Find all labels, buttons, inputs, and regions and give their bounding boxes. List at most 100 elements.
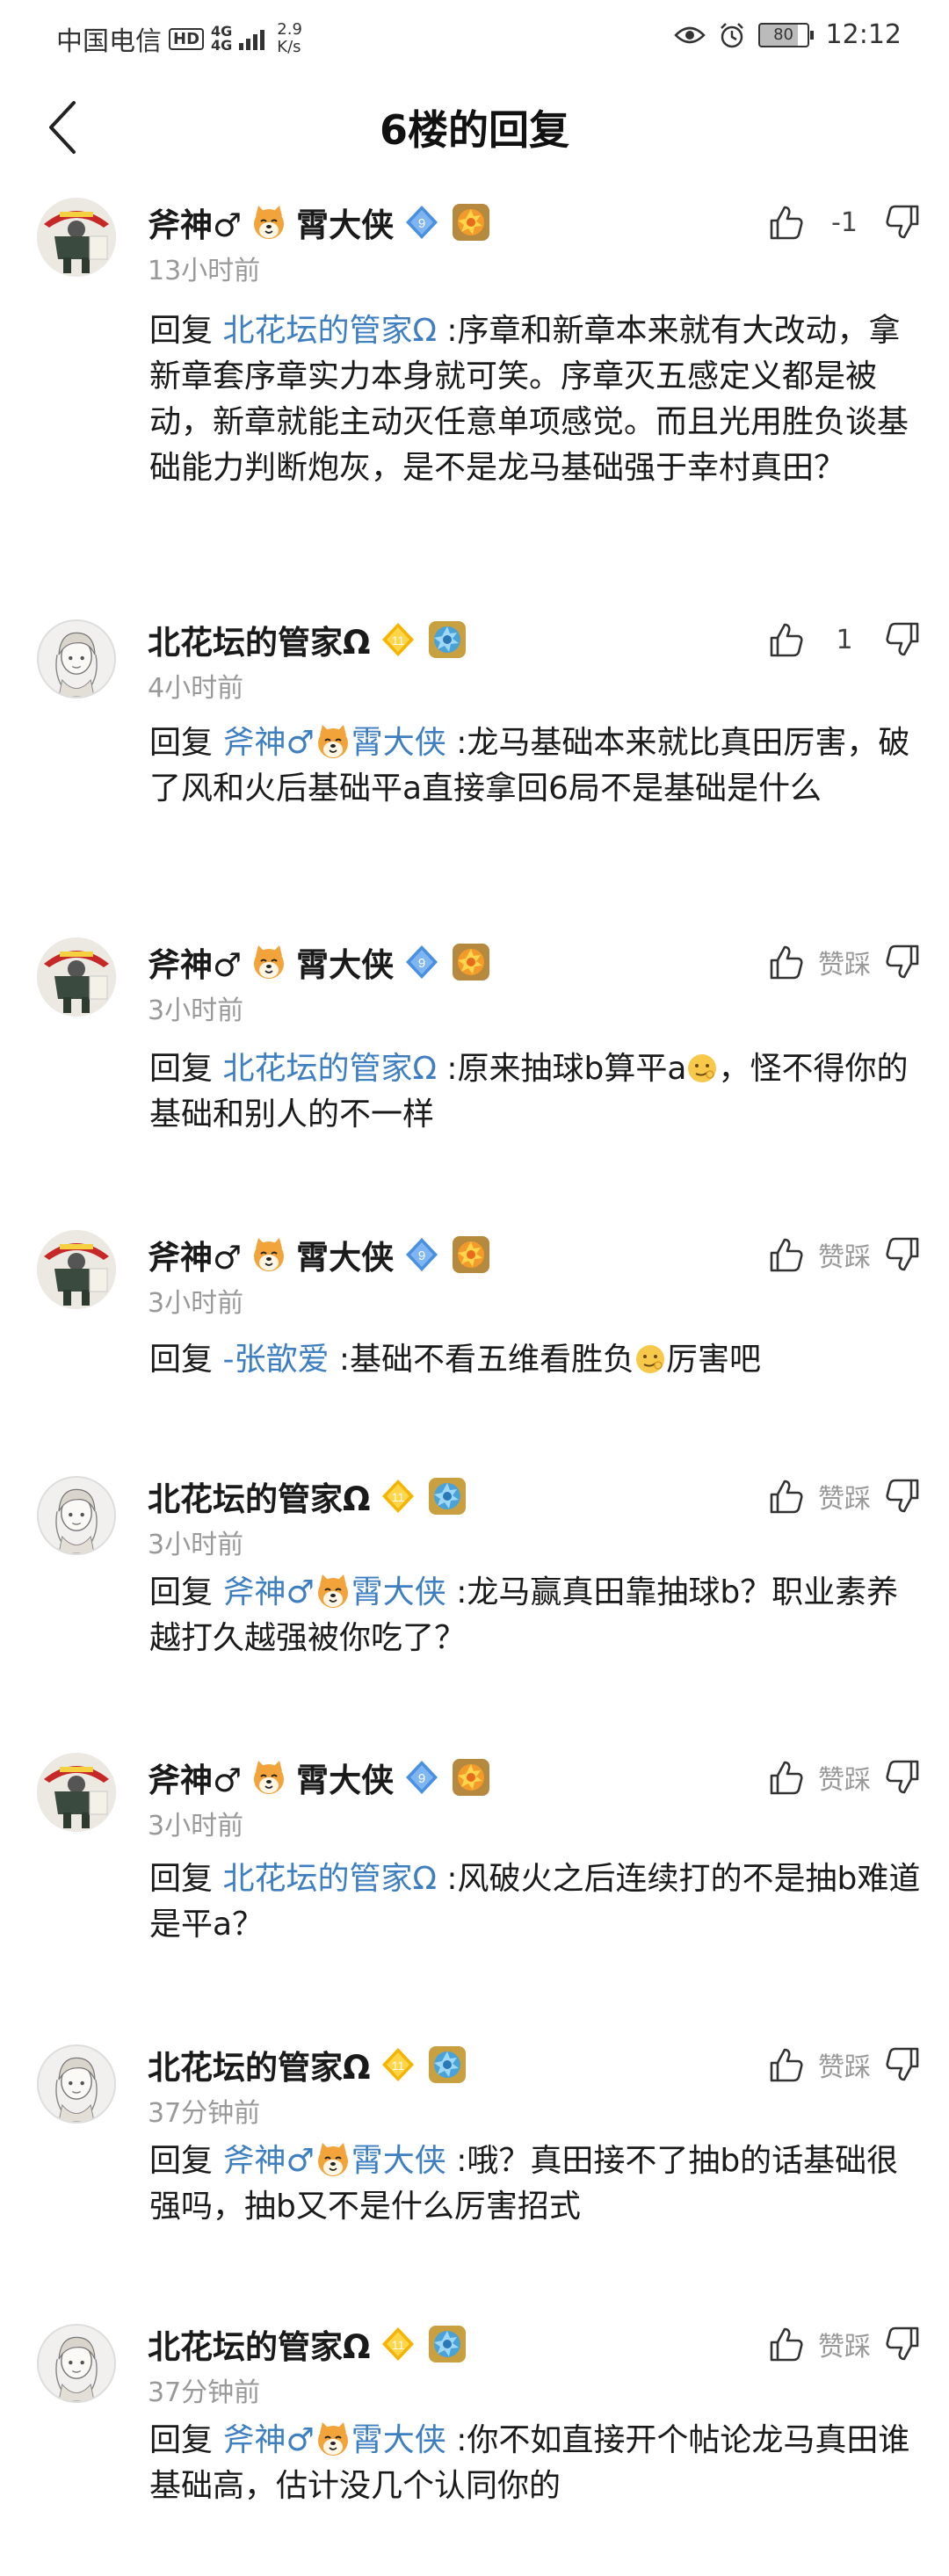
dog-emoji-icon (250, 204, 287, 241)
mention-link[interactable]: 北花坛的管家Ω (222, 313, 437, 349)
thumb-up-icon[interactable] (766, 1477, 805, 1516)
reply-colon: : (436, 313, 458, 349)
avatar[interactable] (37, 937, 116, 1017)
svg-text:11: 11 (392, 633, 405, 648)
hd-icon: HD (169, 27, 205, 50)
comment-text-after: 厉害吧 (666, 1342, 762, 1378)
mention-link[interactable]: 北花坛的管家Ω (222, 1051, 437, 1087)
reply-colon: : (329, 1342, 351, 1378)
vote-label: 赞踩 (818, 950, 871, 980)
comment-time: 37分钟前 (148, 2098, 261, 2129)
reply-colon: : (436, 1861, 458, 1897)
avatar[interactable] (37, 1476, 116, 1555)
svg-text:9: 9 (418, 956, 425, 971)
comment-content: 回复 斧神♂ 霄大侠 :龙马基础本来就比真田厉害，破了风和火后基础平a直接拿回6局… (149, 720, 923, 812)
thumb-up-icon[interactable] (766, 1758, 805, 1797)
avatar[interactable] (37, 619, 116, 698)
thumb-down-icon[interactable] (884, 1477, 923, 1516)
user-name[interactable]: 斧神♂ (148, 199, 242, 246)
mention-link[interactable]: -张歆爱 (222, 1342, 329, 1378)
reply-prefix: 回复 (149, 725, 223, 761)
thumb-down-icon[interactable] (884, 1235, 923, 1274)
reply-colon: : (446, 1574, 467, 1610)
mention-name-tail: 霄大侠 (351, 725, 446, 761)
dog-emoji-icon (315, 723, 351, 760)
member-level-badge-icon: 9 (402, 203, 441, 242)
thumb-up-icon[interactable] (766, 2045, 805, 2084)
svg-text:9: 9 (418, 216, 425, 231)
reply-prefix: 回复 (149, 2422, 223, 2458)
mention-link[interactable]: 斧神♂ 霄大侠 (222, 2143, 446, 2179)
reply-colon: : (446, 2143, 467, 2179)
mention-link[interactable]: 斧神♂ 霄大侠 (222, 2422, 446, 2458)
fan-badge-icon (426, 2323, 468, 2365)
status-bar: 中国电信 HD 4G 4G 2.9 K/s 80 12:12 (0, 0, 949, 70)
vote-label: 赞踩 (818, 2332, 871, 2363)
comment-content: 回复 斧神♂ 霄大侠 :哦？真田接不了抽b的话基础很强吗，抽b又不是什么厉害招式 (149, 2138, 923, 2230)
avatar[interactable] (37, 1753, 116, 1832)
dog-emoji-icon (315, 2420, 351, 2457)
user-name-tail[interactable]: 霄大侠 (296, 1231, 394, 1278)
thumb-down-icon[interactable] (884, 1758, 923, 1797)
user-name[interactable]: 北花坛的管家Ω (148, 2320, 370, 2368)
thumb-up-icon[interactable] (766, 2325, 805, 2363)
svg-text:11: 11 (392, 1490, 405, 1504)
comment-time: 3小时前 (148, 995, 244, 1026)
user-name-tail[interactable]: 霄大侠 (296, 938, 394, 986)
comment-content: 回复 北花坛的管家Ω :原来抽球b算平a ，怪不得你的基础和别人的不一样 (149, 1046, 923, 1138)
thumb-down-icon[interactable] (884, 2045, 923, 2084)
comment-content: 回复 斧神♂ 霄大侠 :你不如直接开个帖论龙马真田谁基础高，估计没几个认同你的 (149, 2418, 923, 2509)
svg-text:11: 11 (392, 2059, 405, 2073)
mention-link[interactable]: 北花坛的管家Ω (222, 1861, 437, 1897)
comment-time: 37分钟前 (148, 2377, 261, 2408)
thumb-down-icon[interactable] (884, 203, 923, 242)
user-name[interactable]: 北花坛的管家Ω (148, 2041, 370, 2088)
user-name[interactable]: 斧神♂ (148, 938, 242, 986)
reply-prefix: 回复 (149, 1861, 223, 1897)
battery-level: 80 (757, 22, 809, 47)
avatar[interactable] (37, 2044, 116, 2124)
network-type-icon: 4G 4G (211, 25, 232, 53)
svg-text:11: 11 (392, 2338, 405, 2352)
grin-emoji-icon (686, 1053, 718, 1084)
avatar[interactable] (37, 1230, 116, 1309)
page-title: 6楼的回复 (379, 106, 569, 154)
user-name[interactable]: 斧神♂ (148, 1231, 242, 1278)
reply-prefix: 回复 (149, 1342, 223, 1378)
mention-name-tail: 霄大侠 (351, 2422, 446, 2458)
alarm-icon (720, 22, 743, 47)
comment-time: 3小时前 (148, 1811, 244, 1842)
dog-emoji-icon (250, 1236, 287, 1273)
comment-time: 3小时前 (148, 1288, 244, 1319)
thumb-up-icon[interactable] (766, 1235, 805, 1274)
thumb-up-icon[interactable] (766, 620, 805, 659)
thumb-down-icon[interactable] (884, 2325, 923, 2363)
dog-emoji-icon (315, 1573, 351, 1610)
reply-prefix: 回复 (149, 1051, 223, 1087)
carrier-label: 中国电信 (56, 26, 162, 57)
network-type-bottom: 4G (211, 37, 233, 54)
dog-emoji-icon (250, 944, 287, 980)
user-name[interactable]: 斧神♂ (148, 1754, 242, 1801)
thumb-down-icon[interactable] (884, 620, 923, 659)
user-name-tail[interactable]: 霄大侠 (296, 1754, 394, 1801)
fan-badge-icon (450, 1756, 492, 1798)
member-level-badge-icon: 9 (402, 1758, 441, 1797)
vote-label: 赞踩 (818, 1242, 871, 1273)
thumb-up-icon[interactable] (766, 203, 805, 242)
user-name-tail[interactable]: 霄大侠 (296, 199, 394, 246)
fan-badge-icon (450, 201, 492, 243)
avatar[interactable] (37, 2324, 116, 2403)
dog-emoji-icon (250, 1759, 287, 1796)
reply-prefix: 回复 (149, 1574, 223, 1610)
user-name[interactable]: 北花坛的管家Ω (148, 616, 370, 663)
thumb-up-icon[interactable] (766, 943, 805, 981)
comment-time: 4小时前 (148, 673, 244, 704)
user-name[interactable]: 北花坛的管家Ω (148, 1473, 370, 1520)
member-level-badge-icon: 9 (402, 943, 441, 981)
mention-link[interactable]: 斧神♂ 霄大侠 (222, 725, 446, 761)
vote-count: 1 (836, 624, 853, 655)
mention-link[interactable]: 斧神♂ 霄大侠 (222, 1574, 446, 1610)
avatar[interactable] (37, 198, 116, 277)
thumb-down-icon[interactable] (884, 943, 923, 981)
